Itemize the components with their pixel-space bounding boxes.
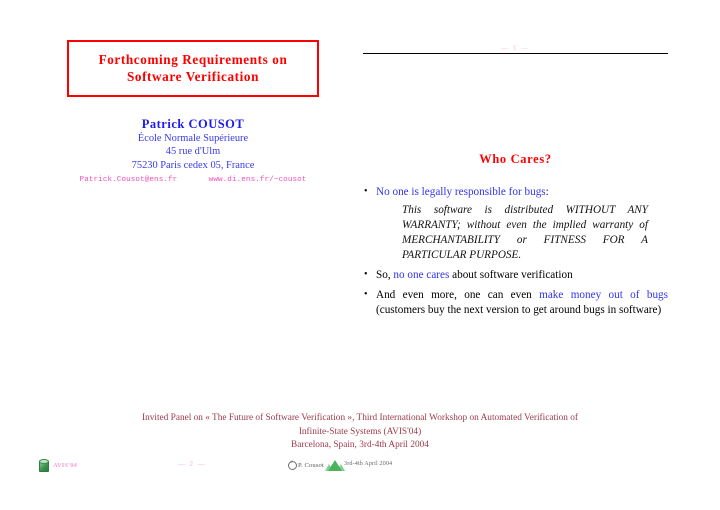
bullet-prefix: And even more, one can even [376, 289, 540, 301]
venue-line-1: Invited Panel on « The Future of Softwar… [141, 413, 579, 423]
slide-page: Forthcoming Requirements on Software Ver… [0, 0, 720, 510]
list-item: So, no one cares about software verifica… [363, 268, 668, 283]
author-email-link[interactable]: Patrick.Cousot@ens.fr [80, 176, 178, 184]
bullet-highlight: No one is legally responsible for bugs [376, 186, 546, 198]
avis-logo-icon [38, 459, 49, 472]
status-date: 3rd-4th April 2004 [344, 460, 393, 467]
venue-line-2: Infinite-State Systems (AVIS'04) [298, 426, 422, 437]
bullet-suffix: (customers buy the next version to get a… [376, 303, 662, 316]
status-copyright-group: P. Cousot [288, 459, 345, 471]
author-name: Patrick COUSOT [141, 117, 245, 131]
contact-line: Patrick.Cousot@ens.fr www.di.ens.fr/~cou… [58, 176, 328, 184]
status-bar: AVIS'04 — 2 — P. Cousot 3rd-4th April 20… [0, 455, 720, 479]
slide-title-line-2: Software Verification [126, 69, 260, 84]
venue-line-3: Barcelona, Spain, 3rd-4th April 2004 [291, 440, 429, 451]
author-street: 45 rue d'Ulm [165, 146, 221, 158]
bullet-list: No one is legally responsible for bugs: … [363, 184, 668, 317]
mountain-logo-icon [324, 459, 345, 471]
bullet-highlight: no one cares [393, 269, 450, 282]
bullet-prefix: So, [376, 269, 394, 282]
status-copyright-label: P. Cousot [298, 461, 324, 469]
content-column: — 1 — Who Cares? No one is legally respo… [363, 44, 668, 322]
list-item: No one is legally responsible for bugs: … [363, 184, 668, 263]
author-homepage-link[interactable]: www.di.ens.fr/~cousot [209, 176, 307, 184]
author-city: 75230 Paris cedex 05, France [131, 159, 255, 171]
header-rule [363, 53, 668, 54]
bullet-suffix: about software verification [449, 269, 573, 282]
license-quote: This software is distributed WITHOUT ANY… [402, 203, 648, 262]
slide-page-marker: — 1 — [501, 44, 530, 52]
status-page-number: — 2 — [178, 460, 206, 468]
bullet-suffix: : [545, 186, 549, 198]
list-item: And even more, one can even make money o… [363, 287, 668, 317]
bullet-highlight: make money out of bugs [539, 289, 668, 301]
status-logo-label: AVIS'04 [53, 461, 78, 469]
venue-footer: Invited Panel on « The Future of Softwar… [48, 412, 672, 453]
author-institution: École Normale Supérieure [137, 133, 249, 144]
title-column: Forthcoming Requirements on Software Ver… [58, 40, 328, 184]
section-heading: Who Cares? [479, 152, 552, 166]
slide-title-line-1: Forthcoming Requirements on [98, 52, 288, 67]
title-box: Forthcoming Requirements on Software Ver… [67, 40, 319, 97]
copyright-icon [288, 459, 297, 470]
author-block: Patrick COUSOT École Normale Supérieure … [58, 117, 328, 184]
status-logo-group[interactable]: AVIS'04 [38, 459, 78, 472]
